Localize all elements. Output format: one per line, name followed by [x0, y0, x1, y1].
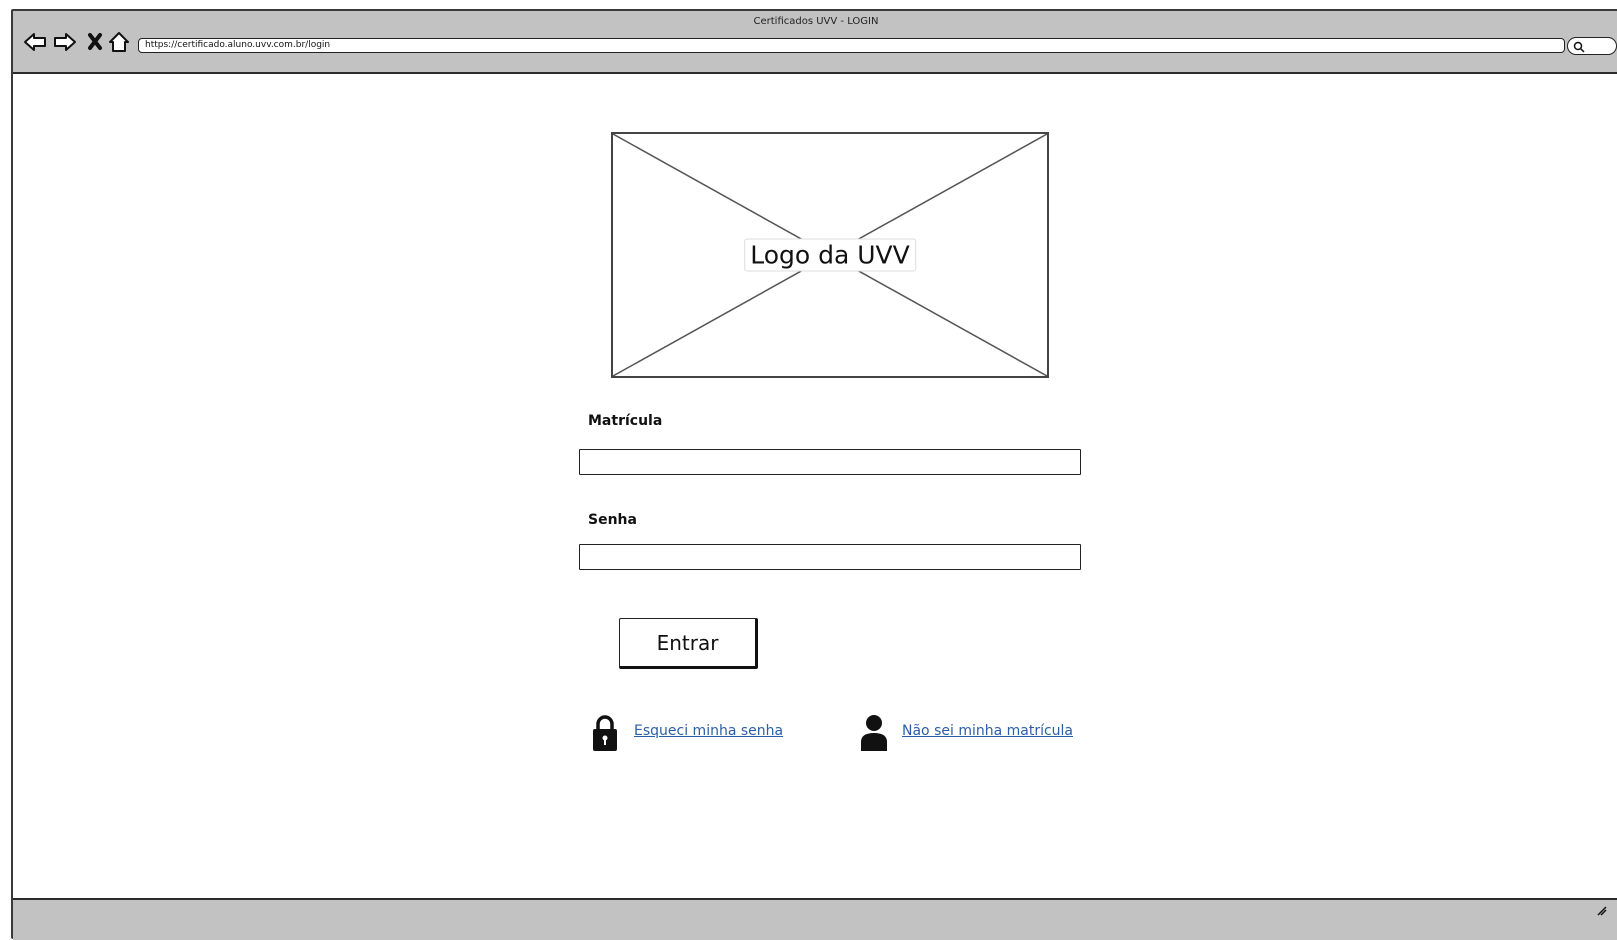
browser-window: Certificados UVV - LOGIN https://certifi…	[11, 9, 1617, 940]
address-bar[interactable]: https://certificado.aluno.uvv.com.br/log…	[138, 38, 1565, 53]
browser-search-field[interactable]	[1567, 37, 1617, 55]
search-icon	[1573, 41, 1585, 53]
forgot-registration-group: Não sei minha matrícula	[860, 714, 1090, 752]
user-icon	[861, 715, 887, 751]
home-icon[interactable]	[107, 31, 131, 53]
browser-status-bar	[13, 898, 1617, 940]
stop-icon[interactable]	[85, 31, 109, 53]
browser-toolbar: Certificados UVV - LOGIN https://certifi…	[13, 11, 1617, 74]
matricula-label: Matrícula	[588, 413, 663, 429]
logo-image-placeholder: Logo da UVV	[611, 132, 1049, 378]
forgot-password-group: Esqueci minha senha	[591, 714, 791, 752]
logo-label: Logo da UVV	[744, 238, 916, 272]
senha-label: Senha	[588, 512, 637, 528]
entrar-button[interactable]: Entrar	[619, 618, 758, 669]
lock-icon	[593, 715, 617, 751]
senha-input[interactable]	[579, 544, 1081, 570]
back-arrow-icon[interactable]	[23, 31, 47, 53]
forward-arrow-icon[interactable]	[53, 31, 77, 53]
window-title: Certificados UVV - LOGIN	[753, 16, 879, 27]
matricula-input[interactable]	[579, 449, 1081, 475]
forgot-registration-link[interactable]: Não sei minha matrícula	[902, 723, 1073, 739]
forgot-password-link[interactable]: Esqueci minha senha	[634, 723, 783, 739]
resize-grip-icon[interactable]	[1597, 906, 1607, 916]
